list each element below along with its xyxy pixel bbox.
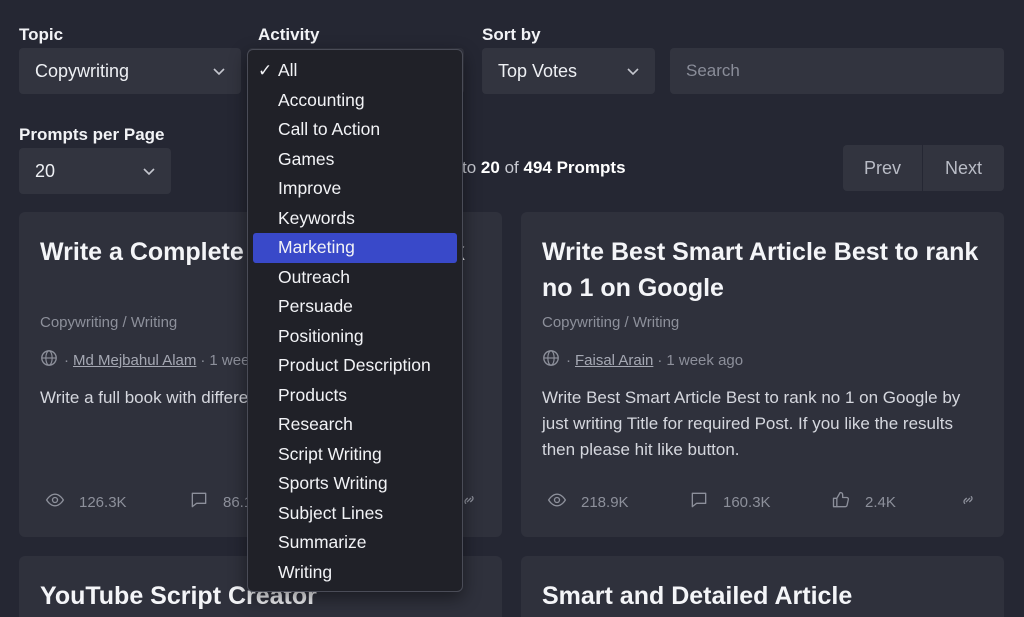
card-category: Copywriting / Writing bbox=[542, 314, 680, 331]
activity-option[interactable]: Games bbox=[248, 145, 462, 175]
pagination: Prev Next bbox=[843, 145, 1004, 191]
comments-stat: 160.3K bbox=[689, 490, 771, 514]
activity-option[interactable]: Call to Action bbox=[248, 115, 462, 145]
link-icon[interactable] bbox=[459, 490, 493, 510]
card-title[interactable]: Write Best Smart Article Best to rank no… bbox=[542, 234, 982, 306]
sort-label: Sort by bbox=[482, 25, 541, 44]
prompt-card[interactable]: Write Best Smart Article Best to rank no… bbox=[521, 212, 1004, 537]
card-title[interactable]: Smart and Detailed Article bbox=[542, 578, 982, 614]
link-icon[interactable] bbox=[958, 490, 992, 510]
checkmark-icon: ✓ bbox=[258, 61, 273, 80]
activity-option[interactable]: Research bbox=[248, 410, 462, 440]
comment-icon bbox=[189, 490, 223, 514]
activity-option[interactable]: Writing bbox=[248, 558, 462, 588]
eye-icon bbox=[45, 490, 79, 514]
sort-select-value: Top Votes bbox=[498, 60, 578, 81]
activity-option[interactable]: Sports Writing bbox=[248, 469, 462, 499]
card-category: Copywriting / Writing bbox=[40, 314, 178, 331]
chevron-down-icon bbox=[625, 63, 641, 79]
author-link[interactable]: Faisal Arain bbox=[575, 352, 653, 369]
per-page-select[interactable]: 20 bbox=[19, 148, 171, 194]
activity-option[interactable]: Keywords bbox=[248, 204, 462, 234]
activity-option[interactable]: Positioning bbox=[248, 322, 462, 352]
prev-button[interactable]: Prev bbox=[843, 145, 922, 191]
thumbs-up-icon bbox=[831, 490, 865, 514]
eye-icon bbox=[547, 490, 581, 514]
per-page-value: 20 bbox=[35, 160, 56, 181]
activity-dropdown-menu[interactable]: ✓ All Accounting Call to Action Games Improve… bbox=[247, 49, 463, 592]
card-meta: · Faisal Arain · 1 week ago bbox=[542, 349, 743, 371]
topic-select-value: Copywriting bbox=[35, 60, 130, 81]
globe-icon bbox=[40, 349, 58, 371]
chevron-down-icon bbox=[211, 63, 227, 79]
per-page-label: Prompts per Page bbox=[19, 125, 165, 144]
activity-option[interactable]: Script Writing bbox=[248, 440, 462, 470]
card-time: 1 week ago bbox=[666, 351, 744, 369]
views-stat: 126.3K bbox=[45, 490, 127, 514]
globe-icon bbox=[542, 349, 560, 371]
activity-option[interactable]: Summarize bbox=[248, 528, 462, 558]
activity-option[interactable]: Improve bbox=[248, 174, 462, 204]
comment-icon bbox=[689, 490, 723, 514]
activity-option[interactable]: Marketing bbox=[253, 233, 457, 263]
likes-stat[interactable]: 2.4K bbox=[831, 490, 896, 514]
activity-option[interactable]: Accounting bbox=[248, 86, 462, 116]
search-input[interactable] bbox=[670, 48, 1004, 94]
activity-option[interactable]: Products bbox=[248, 381, 462, 411]
card-stats: 218.9K 160.3K 2.4K bbox=[521, 490, 1004, 514]
next-button[interactable]: Next bbox=[923, 145, 1004, 191]
sort-select[interactable]: Top Votes bbox=[482, 48, 655, 94]
topic-label: Topic bbox=[19, 25, 64, 44]
activity-option[interactable]: ✓ All bbox=[248, 56, 462, 86]
results-summary: to 20 of 494 Prompts bbox=[462, 158, 626, 177]
chevron-down-icon bbox=[141, 163, 157, 179]
prompt-card[interactable]: Smart and Detailed Article bbox=[521, 556, 1004, 617]
activity-label: Activity bbox=[258, 25, 320, 44]
topic-select[interactable]: Copywriting bbox=[19, 48, 241, 94]
activity-option[interactable]: Outreach bbox=[248, 263, 462, 293]
activity-option[interactable]: Product Description bbox=[248, 351, 462, 381]
activity-option[interactable]: Persuade bbox=[248, 292, 462, 322]
author-link[interactable]: Md Mejbahul Alam bbox=[73, 352, 196, 369]
activity-option[interactable]: Subject Lines bbox=[248, 499, 462, 529]
views-stat: 218.9K bbox=[547, 490, 629, 514]
card-description: Write Best Smart Article Best to rank no… bbox=[542, 388, 961, 459]
